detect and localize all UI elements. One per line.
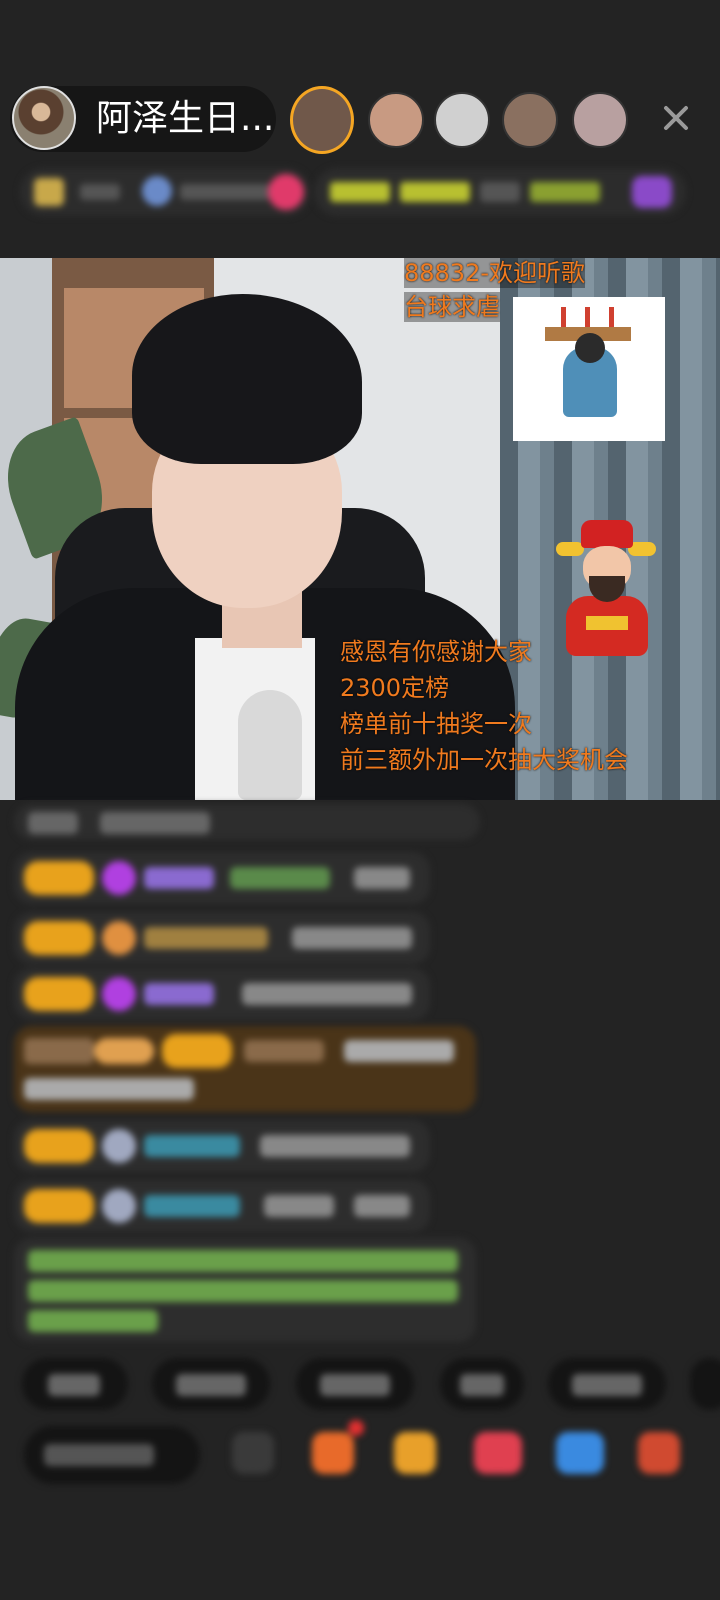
chat-message xyxy=(14,1120,430,1172)
lottery-text: 榜单前十抽奖一次 xyxy=(340,710,532,738)
quick-reply-chip[interactable] xyxy=(22,1358,128,1410)
game-icon[interactable] xyxy=(556,1432,604,1474)
host-stats-row[interactable] xyxy=(20,168,310,216)
more-icon[interactable] xyxy=(638,1432,680,1474)
package-icon[interactable] xyxy=(394,1432,436,1474)
emoji-icon[interactable] xyxy=(232,1432,274,1474)
top-viewer-avatar-2[interactable] xyxy=(368,92,424,148)
top-viewer-avatar-3[interactable] xyxy=(434,92,490,148)
quick-reply-chip[interactable] xyxy=(440,1358,524,1410)
top-viewer-avatar-5[interactable] xyxy=(572,92,628,148)
quick-reply-chip[interactable] xyxy=(548,1358,666,1410)
activity-banner[interactable] xyxy=(314,168,686,216)
chat-input[interactable] xyxy=(24,1426,200,1484)
chat-area[interactable] xyxy=(0,804,720,1344)
chat-message-highlight xyxy=(14,1026,476,1112)
chat-icon[interactable] xyxy=(474,1432,522,1474)
thanks-text: 感恩有你感谢大家 xyxy=(340,638,532,666)
notification-dot xyxy=(348,1420,364,1436)
topic-text: 台球求虐 xyxy=(404,292,500,322)
room-number-text: 88832-欢迎听歌 xyxy=(404,258,586,288)
quick-reply-chip[interactable] xyxy=(296,1358,414,1410)
host-avatar[interactable] xyxy=(12,86,76,150)
bonus-text: 前三额外加一次抽大奖机会 xyxy=(340,746,628,774)
ranking-text: 2300定榜 xyxy=(340,674,450,702)
fortune-god-sticker xyxy=(556,520,656,660)
quick-reply-chip[interactable] xyxy=(690,1358,720,1410)
system-notice xyxy=(14,1238,476,1342)
chat-message xyxy=(14,804,480,840)
top-viewer-avatar-4[interactable] xyxy=(502,92,558,148)
chat-message xyxy=(14,852,430,904)
top-viewer-avatar-1[interactable] xyxy=(290,86,354,154)
chat-message xyxy=(14,912,430,964)
chat-message xyxy=(14,968,430,1020)
prayer-sticker xyxy=(513,297,665,441)
quick-reply-chip[interactable] xyxy=(152,1358,270,1410)
chat-message xyxy=(14,1180,430,1232)
host-name[interactable]: 阿泽生日... xyxy=(96,96,274,142)
close-icon[interactable] xyxy=(658,100,694,136)
gift-icon[interactable] xyxy=(312,1432,354,1474)
